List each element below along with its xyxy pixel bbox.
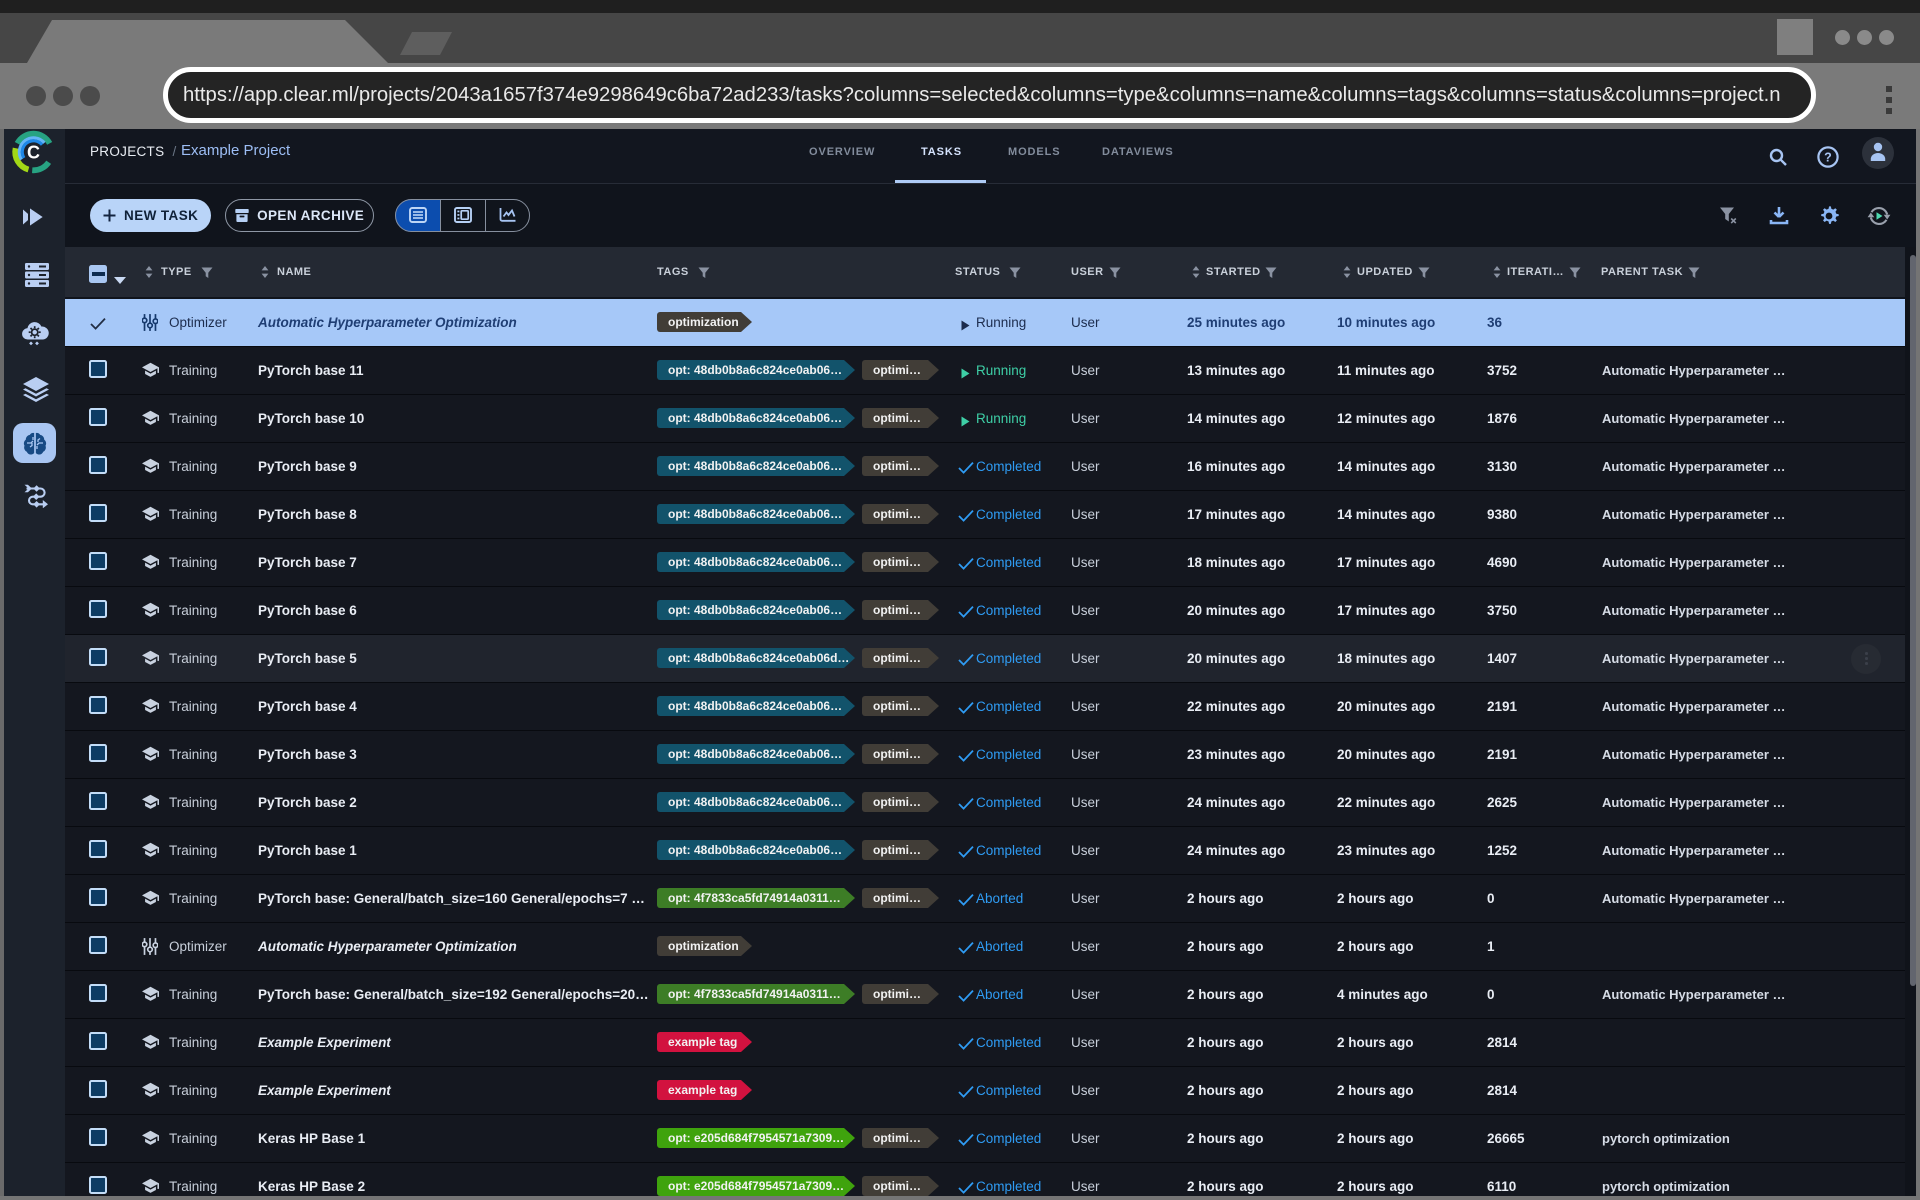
svg-text:C: C — [27, 143, 40, 163]
svg-text:?: ? — [1824, 151, 1832, 165]
